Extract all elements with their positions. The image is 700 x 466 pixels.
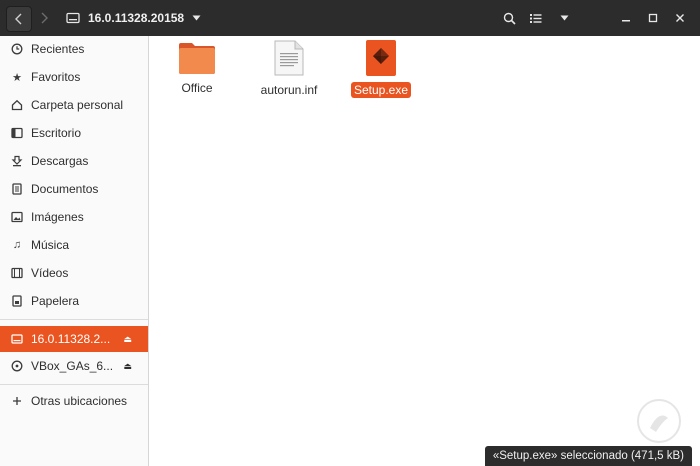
sidebar-item-label: Recientes	[31, 42, 85, 56]
sidebar-item-musica[interactable]: ♫ Música	[0, 233, 148, 257]
sidebar-item-descargas[interactable]: Descargas	[0, 149, 148, 173]
close-button[interactable]	[668, 6, 692, 30]
sidebar-item-label: 16.0.11328.2...	[31, 332, 111, 346]
disc-icon	[10, 359, 24, 373]
sidebar-item-label: Carpeta personal	[31, 98, 124, 112]
sidebar-item-favoritos[interactable]: ★ Favoritos	[0, 65, 148, 89]
desktop-icon	[10, 126, 24, 140]
sidebar-item-carpeta-personal[interactable]: Carpeta personal	[0, 93, 148, 117]
sidebar-item-documentos[interactable]: Documentos	[0, 177, 148, 201]
minimize-button[interactable]	[614, 6, 638, 30]
file-view[interactable]: Office autorun.inf Setup.exe	[149, 36, 700, 466]
search-button[interactable]	[497, 6, 521, 30]
sidebar-item-label: Otras ubicaciones	[31, 394, 128, 408]
sidebar-item-label: Descargas	[31, 154, 89, 168]
sidebar-item-imagenes[interactable]: Imágenes	[0, 205, 148, 229]
trash-icon	[10, 294, 24, 308]
sidebar-item-videos[interactable]: Vídeos	[0, 261, 148, 285]
text-file-icon	[274, 40, 304, 76]
sidebar-item-escritorio[interactable]: Escritorio	[0, 121, 148, 145]
home-icon	[10, 98, 24, 112]
sidebar-item-label: Documentos	[31, 182, 99, 196]
status-bar: «Setup.exe» seleccionado (471,5 kB)	[484, 446, 692, 466]
back-button[interactable]	[6, 6, 32, 32]
document-icon	[10, 182, 24, 196]
maximize-button[interactable]	[641, 6, 665, 30]
header-bar: 16.0.11328.20158	[0, 0, 700, 36]
plus-icon	[10, 394, 24, 408]
sidebar-separator	[0, 319, 148, 320]
chevron-left-icon	[15, 13, 22, 25]
location-title: 16.0.11328.20158	[88, 11, 185, 25]
sidebar-item-label: Música	[31, 238, 70, 252]
download-icon	[10, 154, 24, 168]
file-label: autorun.inf	[260, 83, 318, 97]
maximize-icon	[648, 13, 658, 23]
image-icon	[10, 210, 24, 224]
sidebar-separator	[0, 384, 148, 385]
music-icon: ♫	[12, 239, 22, 251]
close-icon	[676, 14, 684, 22]
sidebar: Recientes ★ Favoritos Carpeta personal E…	[0, 36, 149, 466]
clock-icon	[10, 42, 24, 56]
sidebar-item-label: Favoritos	[31, 70, 81, 84]
sidebar-item-label: Vídeos	[31, 266, 69, 280]
sidebar-item-papelera[interactable]: Papelera	[0, 289, 148, 313]
executable-icon	[366, 40, 396, 76]
search-icon	[503, 12, 516, 25]
triangle-down-icon	[560, 15, 568, 21]
file-autorun[interactable]: autorun.inf	[254, 39, 324, 98]
minimize-icon	[622, 20, 630, 22]
star-icon: ★	[12, 71, 22, 84]
watermark-logo-icon	[637, 399, 681, 443]
drive-icon	[10, 332, 24, 346]
location-button[interactable]: 16.0.11328.20158	[60, 6, 207, 30]
folder-icon	[179, 43, 215, 74]
file-setup-exe[interactable]: Setup.exe	[346, 39, 416, 98]
sidebar-item-label: Papelera	[31, 294, 80, 308]
view-options-button[interactable]	[552, 6, 576, 30]
file-label: Office	[181, 81, 213, 95]
eject-icon[interactable]: ⏏	[123, 361, 132, 372]
forward-button[interactable]	[32, 6, 56, 30]
list-view-icon	[530, 13, 542, 23]
chevron-right-icon	[41, 12, 48, 24]
file-office[interactable]: Office	[162, 41, 232, 96]
view-button[interactable]	[524, 6, 548, 30]
eject-icon[interactable]: ⏏	[123, 334, 132, 345]
sidebar-item-recientes[interactable]: Recientes	[0, 37, 148, 61]
sidebar-item-label: VBox_GAs_6...	[31, 359, 114, 373]
drive-icon	[66, 12, 80, 24]
triangle-down-icon	[192, 15, 201, 21]
sidebar-device-vbox[interactable]: VBox_GAs_6... ⏏	[0, 354, 148, 378]
sidebar-item-label: Escritorio	[31, 126, 82, 140]
sidebar-device-16-0-11328[interactable]: 16.0.11328.2... ⏏	[0, 326, 148, 352]
sidebar-item-label: Imágenes	[31, 210, 84, 224]
sidebar-item-otras-ubicaciones[interactable]: Otras ubicaciones	[0, 389, 148, 413]
video-icon	[10, 266, 24, 280]
file-label: Setup.exe	[350, 82, 412, 98]
status-text: «Setup.exe» seleccionado (471,5 kB)	[492, 450, 684, 462]
